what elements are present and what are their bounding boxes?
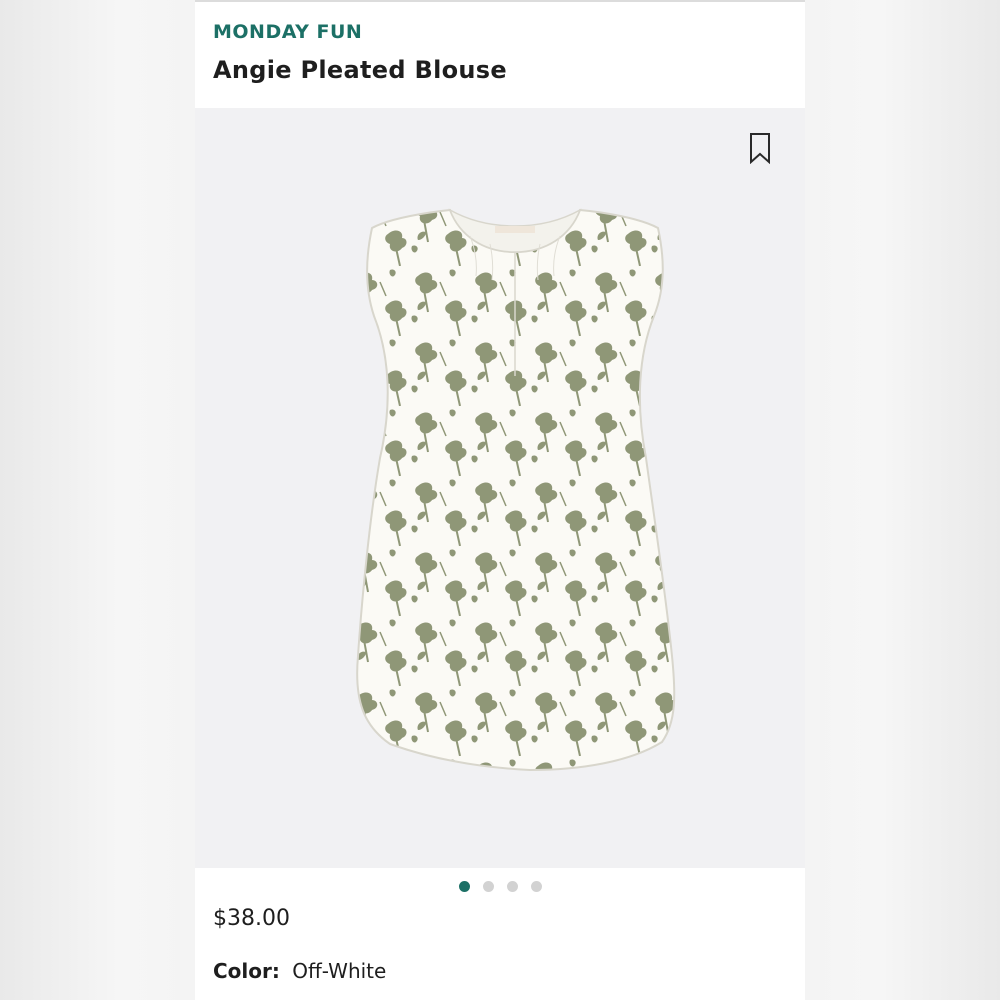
product-image [350,196,680,796]
product-card: MONDAY FUN Angie Pleated Blouse $38.00 C… [195,0,805,1000]
carousel-dot-1[interactable] [458,881,470,892]
product-image-carousel[interactable] [195,108,805,868]
brand-name[interactable]: MONDAY FUN [213,21,362,43]
carousel-dot-3[interactable] [506,881,518,892]
product-price: $38.00 [213,906,290,931]
bookmark-icon[interactable] [748,132,772,165]
color-info: Color: Off-White [213,959,386,983]
product-title: Angie Pleated Blouse [213,56,507,84]
color-label: Color: [213,959,280,983]
carousel-dot-4[interactable] [530,881,542,892]
color-value: Off-White [292,959,387,983]
carousel-dot-2[interactable] [482,881,494,892]
top-divider [195,0,805,2]
carousel-pagination [195,881,805,893]
